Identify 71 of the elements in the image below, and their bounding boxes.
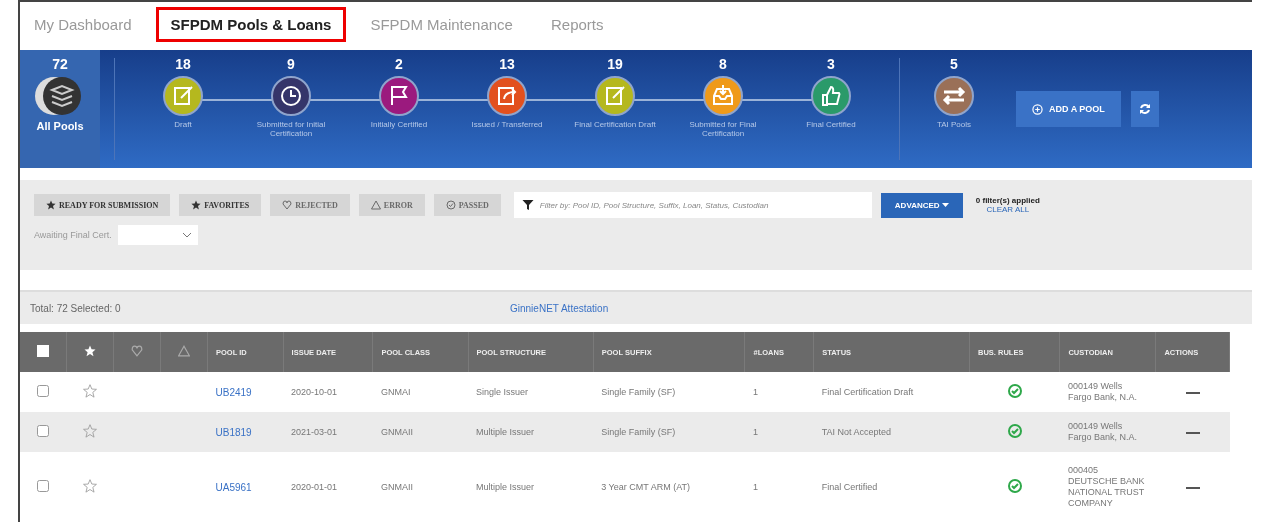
row-checkbox[interactable] [37,385,50,397]
tab[interactable]: SFPDM Pools & Loans [155,7,347,42]
actions-menu-icon[interactable] [1185,486,1200,490]
pool-id-link[interactable]: UB1819 [215,426,252,438]
pool-id-link[interactable]: UA5961 [215,481,252,493]
filters-applied-count: 0 filter(s) applied [975,196,1040,205]
refresh-button[interactable] [1130,91,1159,127]
actions-menu-icon[interactable] [1185,431,1200,435]
clear-all-link[interactable]: CLEAR ALL [986,205,1030,214]
table-cell: GNMAI [380,387,411,397]
row-checkbox[interactable] [37,425,50,437]
quick-filter-button[interactable]: READY FOR SUBMISSION [34,194,171,216]
warning-icon [370,200,381,210]
filter-search-field[interactable]: Filter by: Pool ID, Pool Structure, Suffix, Loan, Status, Custodian [513,192,872,218]
tab[interactable]: Reports [536,8,618,41]
table-cell: 1 [752,387,758,397]
table-cell: 000149 Wells Fargo Bank, N.A. [1067,421,1137,442]
table-cell: TAI Not Accepted [821,427,892,437]
star-icon [84,345,96,357]
table-cell: Final Certified [821,482,878,492]
table-cell: 2020-01-01 [291,482,338,492]
refresh-icon [1138,103,1151,115]
table-cell: Single Family (SF) [601,387,676,397]
status-stage[interactable]: 18 Draft [129,50,237,168]
table-cell: 1 [752,427,758,437]
table-cell: 1 [752,482,758,492]
table-cell: 2020-10-01 [291,387,338,397]
table-cell: 000149 Wells Fargo Bank, N.A. [1067,381,1137,402]
tab[interactable]: SFPDM Maintenance [356,8,527,41]
star-icon [46,200,56,210]
select-all-checkbox[interactable] [37,345,49,357]
table-cell: 3 Year CMT ARM (AT) [601,482,690,492]
filter-icon [521,199,534,211]
row-checkbox[interactable] [37,480,50,492]
table-cell: 000405 DEUTSCHE BANK NATIONAL TRUST COMPANY [1067,465,1145,508]
tab[interactable]: My Dashboard [20,8,146,41]
table-cell: Multiple Issuer [476,427,535,437]
star-icon [191,200,202,210]
status-stage[interactable]: 19 Final Certification Draft [561,50,669,168]
warning-icon [178,345,190,357]
advanced-button[interactable]: ADVANCED [880,192,963,218]
quick-filter-button[interactable]: FAVORITES [179,194,262,216]
table-cell: Single Family (SF) [601,427,676,437]
table-cell: Final Certification Draft [821,387,914,397]
status-stage[interactable]: 3 Final Certified [777,50,885,168]
favorite-star-icon[interactable] [83,384,97,398]
status-stage[interactable]: 9 Submitted for Initial Certification [237,50,345,168]
table-cell: Single Issuer [476,387,529,397]
totals-text: Total: 72 Selected: 0 [30,302,122,314]
check-icon [445,200,456,210]
pool-id-link[interactable]: UB2419 [215,386,252,398]
add-circle-icon [1032,103,1043,115]
attestation-link[interactable]: GinnieNET Attestation [510,302,609,314]
table-cell: 2021-03-01 [291,427,338,437]
awaiting-label: Awaiting Final Cert. [34,230,112,240]
add-pool-button[interactable]: ADD A POOL [1016,91,1121,127]
table-cell: GNMAII [380,427,413,437]
caret-icon [941,202,949,208]
actions-menu-icon[interactable] [1185,391,1200,395]
chevron-icon [181,232,192,238]
all-pools-tile[interactable]: 72 All Pools [20,50,100,168]
heart-icon [282,200,293,210]
status-stage[interactable]: 5 TAI Pools [914,50,994,168]
table-cell: GNMAII [380,482,413,492]
favorite-star-icon[interactable] [83,479,97,493]
status-stage[interactable]: 13 Issued / Transferred [453,50,561,168]
status-stage[interactable]: 8 Submitted for Final Certification [669,50,777,168]
table-cell: Multiple Issuer [476,482,535,492]
favorite-star-icon[interactable] [83,424,97,438]
heart-icon [131,345,143,357]
status-stage[interactable]: 2 Initially Certified [345,50,453,168]
